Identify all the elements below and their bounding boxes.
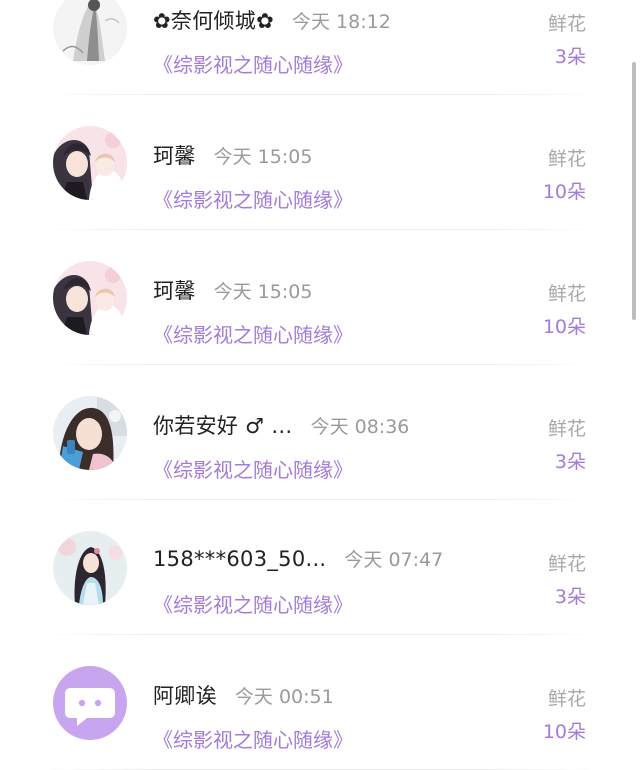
gift-count: 3朵: [554, 46, 586, 68]
gift-label: 鲜花: [547, 688, 586, 710]
ink-painting-avatar-icon: [53, 0, 127, 65]
anime-couple-avatar-icon: [53, 126, 127, 200]
hanfu-girl-avatar-icon: [53, 531, 127, 605]
avatar[interactable]: [53, 531, 127, 605]
list-item[interactable]: ✿奈何倾城✿ 今天 18:12 《综影视之随心随缘》 鲜花 3朵: [0, 0, 640, 95]
gift-label: 鲜花: [547, 553, 586, 575]
timestamp: 今天 18:12: [292, 11, 391, 33]
list-item[interactable]: 珂馨 今天 15:05 《综影视之随心随缘》 鲜花 10朵: [0, 230, 640, 365]
list-item[interactable]: 158***603_50... 今天 07:47 《综影视之随心随缘》 鲜花 3…: [0, 500, 640, 635]
list-item[interactable]: 珂馨 今天 15:05 《综影视之随心随缘》 鲜花 10朵: [0, 95, 640, 230]
timestamp: 今天 15:05: [213, 281, 313, 303]
username[interactable]: ✿奈何倾城✿: [153, 5, 274, 35]
list-item[interactable]: 你若安好 ♂ … 今天 08:36 《综影视之随心随缘》 鲜花 3朵: [0, 365, 640, 500]
gift-label: 鲜花: [547, 13, 586, 35]
vertical-scrollbar[interactable]: [632, 62, 636, 320]
gift-count: 3朵: [554, 451, 586, 473]
gift-count: 3朵: [554, 586, 586, 608]
username[interactable]: 珂馨: [153, 140, 196, 170]
avatar[interactable]: [53, 126, 127, 200]
avatar[interactable]: [53, 0, 127, 65]
username[interactable]: 阿卿诶: [153, 680, 217, 710]
book-title-link[interactable]: 《综影视之随心随缘》: [153, 454, 353, 483]
gift-label: 鲜花: [547, 418, 586, 440]
book-title-link[interactable]: 《综影视之随心随缘》: [153, 724, 353, 753]
avatar[interactable]: [53, 261, 127, 335]
gift-count: 10朵: [542, 721, 586, 743]
timestamp: 今天 07:47: [344, 549, 444, 571]
book-title-link[interactable]: 《综影视之随心随缘》: [153, 184, 353, 213]
book-title-link[interactable]: 《综影视之随心随缘》: [153, 49, 353, 78]
book-title-link[interactable]: 《综影视之随心随缘》: [153, 589, 353, 618]
timestamp: 今天 08:36: [310, 416, 410, 438]
book-title-link[interactable]: 《综影视之随心随缘》: [153, 319, 353, 348]
timestamp: 今天 15:05: [213, 146, 313, 168]
gift-count: 10朵: [542, 316, 586, 338]
gift-label: 鲜花: [547, 148, 586, 170]
gift-label: 鲜花: [547, 283, 586, 305]
avatar[interactable]: [53, 666, 127, 740]
list-item[interactable]: 阿卿诶 今天 00:51 《综影视之随心随缘》 鲜花 10朵: [0, 635, 640, 770]
avatar[interactable]: [53, 396, 127, 470]
username[interactable]: 158***603_50...: [153, 547, 326, 571]
username[interactable]: 珂馨: [153, 275, 196, 305]
gift-count: 10朵: [542, 181, 586, 203]
timestamp: 今天 00:51: [234, 686, 334, 708]
photo-avatar-icon: [53, 396, 127, 470]
flower-gift-list: ✿奈何倾城✿ 今天 18:12 《综影视之随心随缘》 鲜花 3朵 珂馨 今天 1: [0, 0, 640, 770]
anime-couple-avatar-icon: [53, 261, 127, 335]
username[interactable]: 你若安好 ♂ …: [153, 410, 293, 440]
chat-bubble-icon: [53, 666, 127, 740]
